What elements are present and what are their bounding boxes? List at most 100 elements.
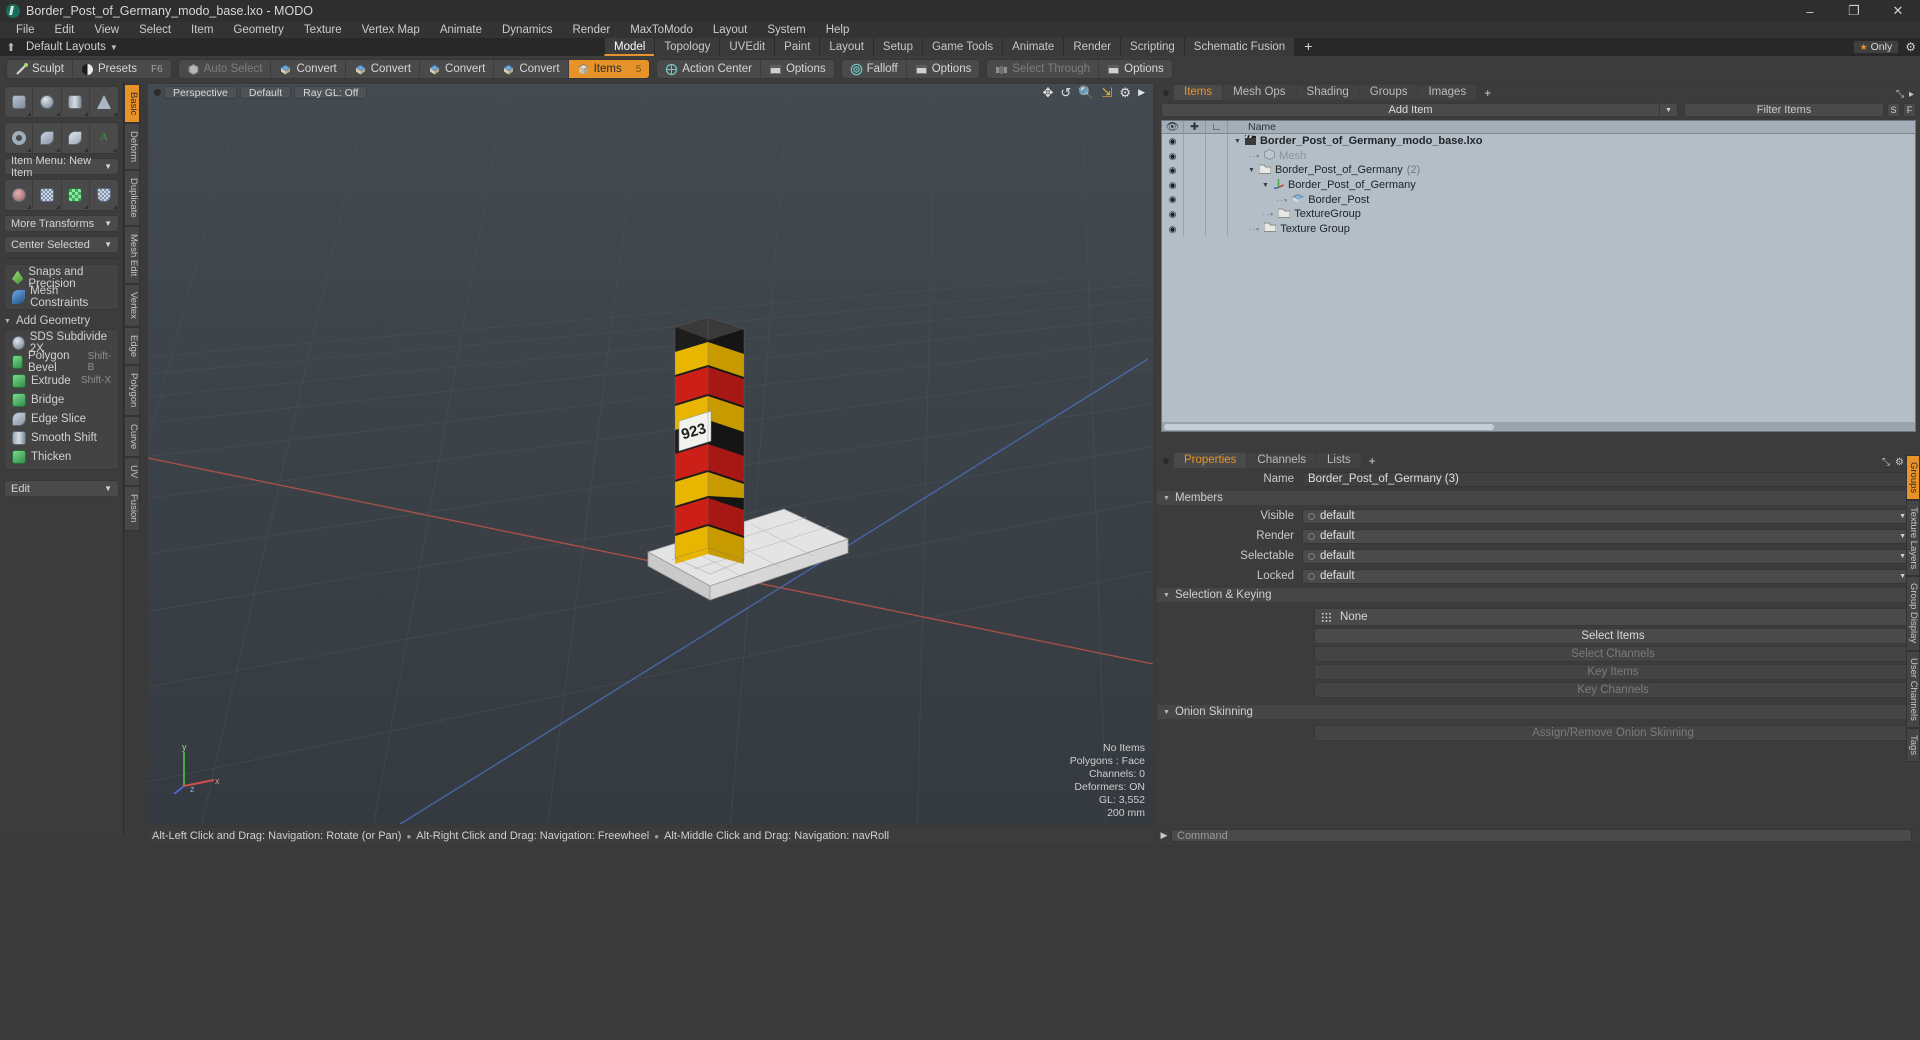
viewport-raygl-tag[interactable]: Ray GL: Off (294, 86, 368, 99)
geometry-tool-thicken[interactable]: Thicken (9, 448, 114, 465)
minimize-button[interactable]: – (1788, 0, 1832, 22)
layout-tab-uvedit[interactable]: UVEdit (719, 38, 775, 56)
geometry-tool-extrude[interactable]: Extrude Shift-X (9, 372, 114, 389)
key-channels-button[interactable]: Key Channels (1314, 682, 1912, 698)
transform-cell[interactable]: . (1206, 206, 1228, 222)
3d-viewport[interactable]: 923 Perspective Default Ray GL: Off ✥ ↺ … (148, 84, 1153, 824)
geometry-tool-bridge[interactable]: Bridge (9, 391, 114, 408)
properties-vtab-user-channels[interactable]: User Channels (1906, 650, 1920, 728)
chevron-down-icon[interactable]: ▼ (1660, 103, 1678, 117)
toolbox-tab-basic[interactable]: Basic (124, 84, 140, 124)
properties-tab-properties[interactable]: Properties (1174, 453, 1247, 468)
mode-button-convert[interactable]: Convert (346, 60, 421, 78)
mode-button-items[interactable]: Items 5 (568, 60, 650, 78)
tree-horizontal-scrollbar[interactable] (1162, 422, 1915, 431)
filter-items-input[interactable]: Filter Items (1684, 103, 1884, 117)
mode-button-action-center[interactable]: Action Center (657, 60, 761, 78)
mode-button-convert[interactable]: Convert (271, 60, 346, 78)
transform-cell[interactable]: . (1206, 163, 1228, 178)
table-row[interactable]: ◉.. ▼ Border_Post_of_Germany (1162, 177, 1915, 193)
items-tab-groups[interactable]: Groups (1359, 85, 1418, 100)
toolbox-tab-curve[interactable]: Curve (124, 415, 140, 458)
table-row[interactable]: ◉.. ▼ Border_Post_of_Germany_modo_base.lxo (1162, 134, 1915, 149)
eye-icon[interactable]: ◉ (1162, 148, 1184, 164)
menu-item-edit[interactable]: Edit (45, 22, 85, 38)
tree-item-name[interactable]: ··▪ Texture Group (1228, 222, 1350, 235)
add-layout-tab-button[interactable]: + (1294, 38, 1322, 56)
table-row[interactable]: ◉.. ··▪ Texture Group (1162, 221, 1915, 237)
transform-cell[interactable]: . (1206, 221, 1228, 237)
toolbox-tab-duplicate[interactable]: Duplicate (124, 170, 140, 226)
filter-s-button[interactable]: S (1887, 103, 1900, 117)
toolbox-tab-deform[interactable]: Deform (124, 123, 140, 171)
chevron-down-icon[interactable]: ▼ (1248, 167, 1255, 174)
eye-icon[interactable]: ◉ (1162, 221, 1184, 237)
add-geometry-header[interactable]: ▼ Add Geometry (4, 315, 119, 327)
eye-icon[interactable]: ◉ (1162, 206, 1184, 222)
cone-primitive-icon[interactable] (90, 87, 118, 117)
menu-item-view[interactable]: View (84, 22, 129, 38)
gear-icon[interactable]: ⚙ (1119, 85, 1131, 101)
cube-primitive-icon[interactable] (5, 87, 34, 117)
zoom-icon[interactable]: 🔍 (1078, 85, 1094, 101)
torus-primitive-icon[interactable] (5, 123, 34, 153)
layout-tab-topology[interactable]: Topology (654, 38, 720, 56)
layout-tab-layout[interactable]: Layout (819, 38, 873, 56)
toolbox-tab-fusion[interactable]: Fusion (124, 486, 140, 531)
table-row[interactable]: ◉.. ··▪ Border_Post (1162, 192, 1915, 207)
menu-item-vertex-map[interactable]: Vertex Map (352, 22, 430, 38)
properties-tab-channels[interactable]: Channels (1247, 453, 1317, 468)
mode-button-sculpt[interactable]: Sculpt (7, 60, 73, 78)
gear-icon[interactable]: ⚙ (1895, 457, 1904, 468)
transform-gizmo-icon[interactable] (5, 180, 34, 210)
menu-item-file[interactable]: File (6, 22, 45, 38)
member-dropdown-locked[interactable]: default ▼ (1302, 568, 1912, 584)
layout-tab-paint[interactable]: Paint (774, 38, 820, 56)
spiral-primitive-icon[interactable] (33, 123, 62, 153)
select-items-button[interactable]: Select Items (1314, 628, 1912, 644)
layout-tab-setup[interactable]: Setup (872, 38, 922, 56)
toolbox-tab-mesh-edit[interactable]: Mesh Edit (124, 226, 140, 285)
properties-vtab-groups[interactable]: Groups (1906, 455, 1920, 501)
tree-item-name[interactable]: ▼ Border_Post_of_Germany (2) (1228, 164, 1420, 177)
menu-item-system[interactable]: System (757, 22, 815, 38)
transform-cell[interactable]: . (1206, 192, 1228, 207)
items-tab-mesh-ops[interactable]: Mesh Ops (1223, 85, 1296, 100)
member-dropdown-visible[interactable]: default ▼ (1302, 508, 1912, 524)
home-layout-icon[interactable]: ⬆ (0, 41, 22, 54)
add-item-button[interactable]: Add Item (1161, 103, 1660, 117)
toolbox-tab-polygon[interactable]: Polygon (124, 365, 140, 416)
chevron-down-icon[interactable]: ▼ (1262, 182, 1269, 189)
filter-f-button[interactable]: F (1903, 103, 1916, 117)
items-tree[interactable]: 👁 ✚ ∟ Name ◉.. ▼ Border_Post_of_Germany_mo… (1161, 120, 1916, 432)
text-tool-icon[interactable]: A (90, 123, 118, 153)
expand-icon[interactable]: ⤡ (1896, 89, 1904, 100)
chevron-down-icon[interactable]: ▼ (1234, 138, 1241, 145)
table-row[interactable]: ◉.. ··▪ TextureGroup (1162, 206, 1915, 222)
command-input[interactable]: Command (1171, 828, 1912, 842)
toolbox-tab-vertex[interactable]: Vertex (124, 284, 140, 328)
members-section-header[interactable]: ▼ Members (1157, 491, 1920, 505)
gear-icon[interactable]: ⚙ (1905, 40, 1916, 54)
snaps-and-precision-item[interactable]: Snaps and Precision (9, 266, 114, 290)
layout-tab-scripting[interactable]: Scripting (1120, 38, 1184, 56)
geometry-tool-sds-subdivide-2x[interactable]: SDS Subdivide 2X (9, 331, 114, 355)
items-tab-shading[interactable]: Shading (1296, 85, 1359, 100)
geometry-tool-polygon-bevel[interactable]: Polygon Bevel Shift-B (9, 350, 114, 374)
eye-icon[interactable]: ◉ (1162, 163, 1184, 178)
mode-button-convert[interactable]: Convert (494, 60, 569, 78)
mode-button-falloff[interactable]: Falloff (842, 60, 907, 78)
grid-mesh-icon[interactable] (33, 180, 62, 210)
member-dropdown-render[interactable]: default ▼ (1302, 528, 1912, 544)
mode-button-options[interactable]: Options (907, 60, 980, 78)
geometry-tool-smooth-shift[interactable]: Smooth Shift (9, 429, 114, 446)
transform-cell[interactable]: . (1206, 148, 1228, 164)
tree-item-name[interactable]: ▼ Border_Post_of_Germany (1228, 178, 1416, 192)
menu-item-geometry[interactable]: Geometry (223, 22, 294, 38)
items-tab-images[interactable]: Images (1418, 85, 1477, 100)
edit-dropdown[interactable]: Edit ▼ (4, 480, 119, 497)
mode-button-convert[interactable]: Convert (420, 60, 495, 78)
selection-keying-section-header[interactable]: ▼ Selection & Keying (1157, 588, 1920, 602)
mode-button-auto-select[interactable]: Auto Select (179, 60, 272, 78)
cylinder-primitive-icon[interactable] (62, 87, 90, 117)
